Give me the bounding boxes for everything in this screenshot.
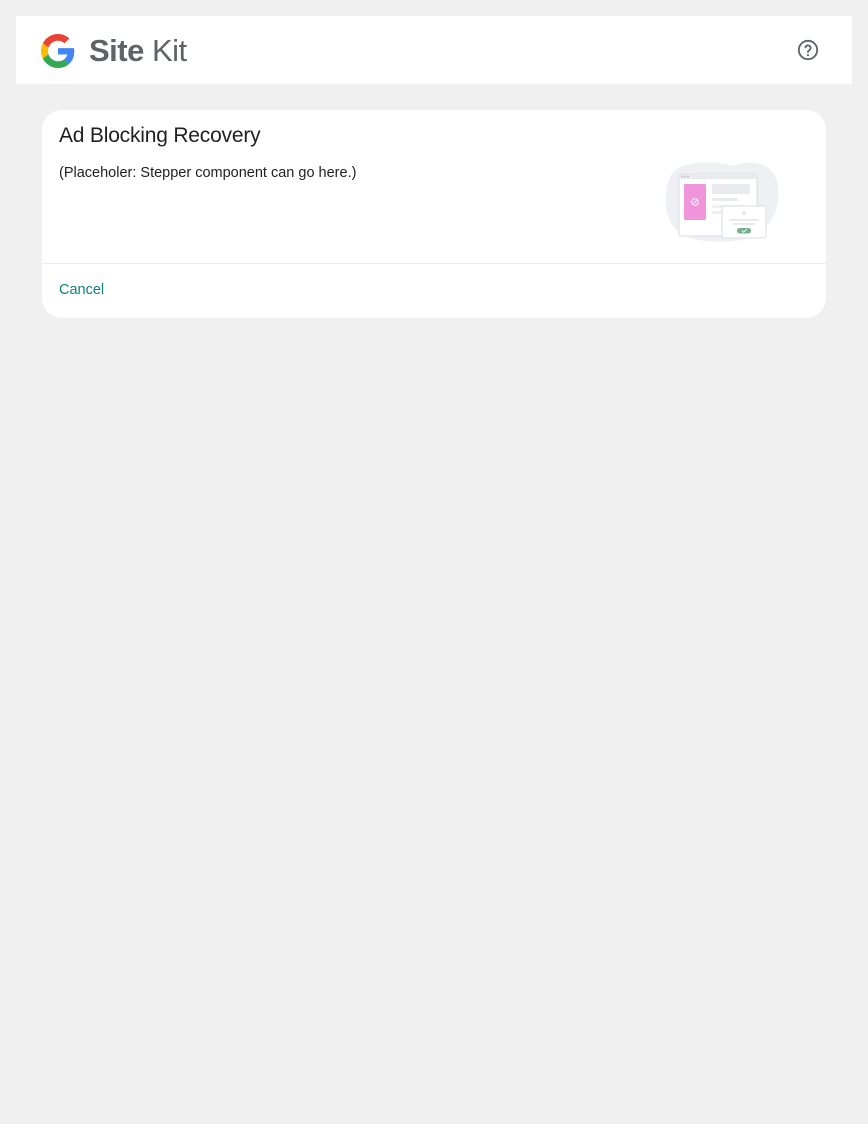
cancel-button[interactable]: Cancel	[59, 282, 104, 298]
logo-site-text: Site	[89, 33, 144, 68]
ad-blocking-recovery-card: Ad Blocking Recovery (Placeholer: Steppe…	[42, 110, 826, 318]
site-kit-logo[interactable]: Site Kit	[41, 33, 187, 68]
help-circle-icon[interactable]	[797, 39, 819, 61]
site-kit-header: Site Kit	[16, 16, 852, 84]
stepper-placeholder-text: (Placeholer: Stepper component can go he…	[59, 165, 357, 181]
site-kit-wordmark: Site Kit	[89, 35, 187, 66]
card-footer-divider	[42, 263, 826, 264]
google-g-icon	[41, 33, 75, 68]
ad-blocking-recovery-illustration	[665, 162, 779, 242]
page-title: Ad Blocking Recovery	[59, 124, 261, 147]
logo-kit-text: Kit	[151, 33, 187, 68]
